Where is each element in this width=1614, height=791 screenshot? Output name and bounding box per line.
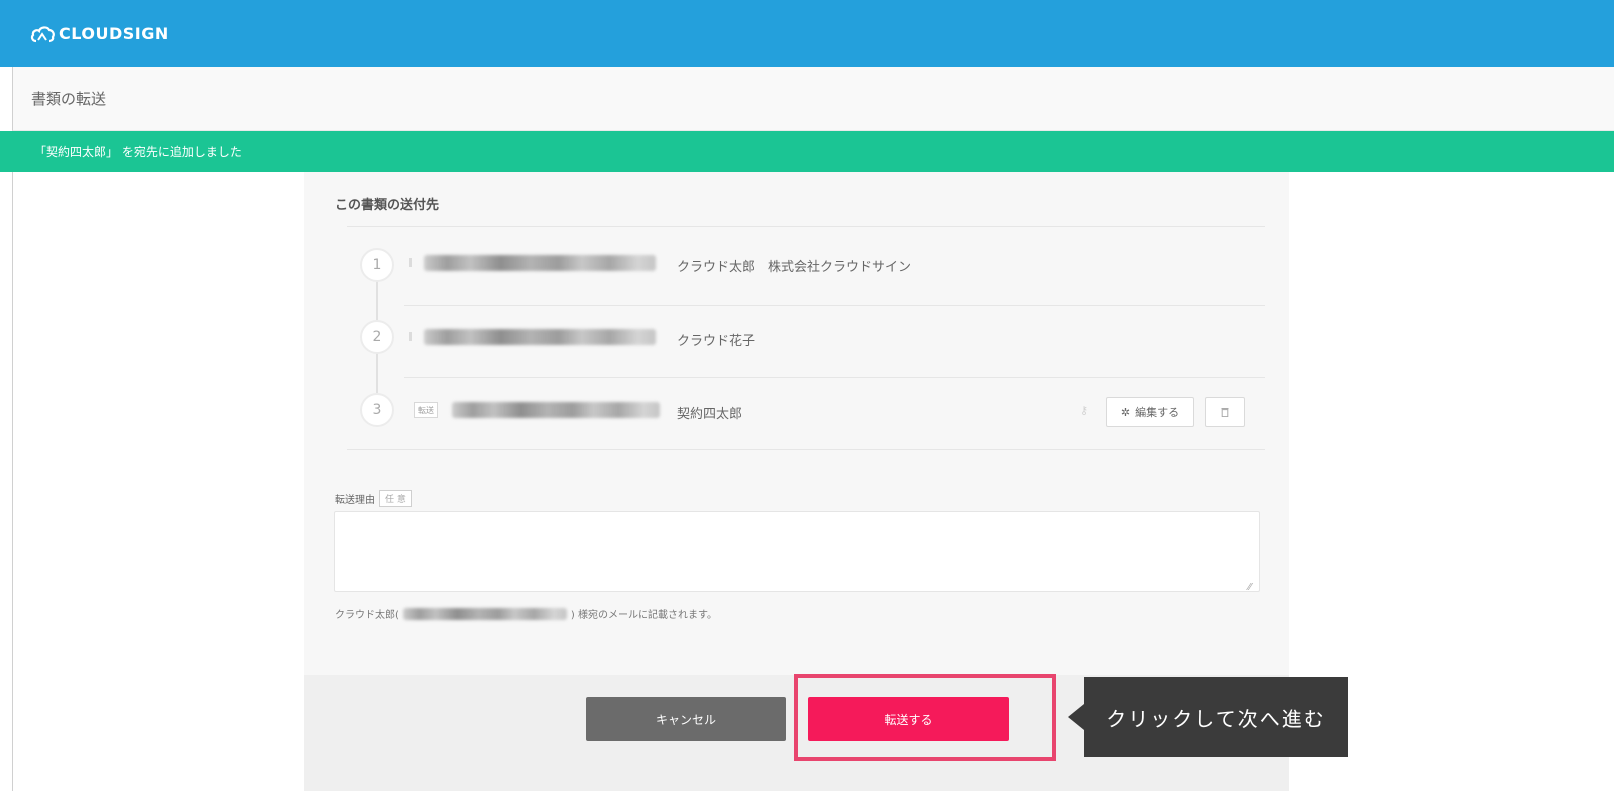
cloudsign-logo[interactable]: CLOUDSIGN [30, 24, 169, 43]
divider [404, 305, 1265, 306]
recipients-section-title: この書類の送付先 [335, 198, 440, 213]
page-title-bar: 書類の転送 [12, 67, 1614, 131]
page-title: 書類の転送 [31, 90, 107, 108]
edit-button-label: 編集する [1135, 407, 1180, 419]
transfer-reason-input[interactable] [334, 511, 1260, 592]
note-prefix: クラウド太郎( [335, 610, 399, 621]
reason-label-text: 転送理由 [335, 495, 375, 506]
transfer-button[interactable]: 転送する [808, 697, 1009, 741]
callout-arrow [1068, 704, 1084, 730]
trash-icon [1221, 408, 1229, 417]
divider [347, 449, 1265, 450]
divider [347, 226, 1265, 227]
cloud-logo-icon [30, 25, 55, 42]
logo-text: CLOUDSIGN [59, 24, 169, 43]
optional-badge: 任 意 [379, 490, 412, 507]
edit-recipient-button[interactable]: ✲ 編集する [1106, 397, 1194, 427]
step-number-3: 3 [360, 393, 394, 427]
drag-handle-icon [409, 332, 412, 341]
reason-note: クラウド太郎( ) 様宛のメールに記載されます。 [335, 606, 717, 621]
app-header: CLOUDSIGN [0, 0, 1614, 67]
recipient-name: クラウド太郎 [677, 260, 756, 275]
cancel-button[interactable]: キャンセル [586, 697, 786, 741]
recipient-name: クラウド花子 [677, 334, 756, 349]
notification-text: 「契約四太郎」 を宛先に追加しました [34, 145, 242, 159]
step-number-1: 1 [360, 248, 394, 282]
sender-email-blurred [402, 607, 567, 620]
left-border [12, 172, 13, 791]
recipient-name: 契約四太郎 [677, 407, 743, 422]
drag-handle-icon [409, 258, 412, 267]
resize-handle-icon[interactable]: ⁄⁄ [1248, 582, 1251, 593]
note-suffix: ) 様宛のメールに記載されます。 [570, 610, 717, 621]
divider [404, 377, 1265, 378]
recipient-email-blurred [424, 329, 656, 345]
recipient-email-blurred [424, 255, 656, 271]
delete-recipient-button[interactable] [1205, 397, 1245, 427]
gear-icon: ✲ [1120, 406, 1131, 419]
success-notification: 「契約四太郎」 を宛先に追加しました [0, 131, 1614, 172]
recipient-email-blurred [452, 402, 660, 418]
key-icon: ⚷ [1080, 404, 1089, 417]
recipient-company: 株式会社クラウドサイン [768, 260, 912, 275]
instruction-callout: クリックして次へ進む [1084, 677, 1348, 757]
step-number-2: 2 [360, 320, 394, 354]
transfer-tag: 転送 [414, 402, 438, 418]
reason-label: 転送理由 任 意 [335, 490, 412, 507]
